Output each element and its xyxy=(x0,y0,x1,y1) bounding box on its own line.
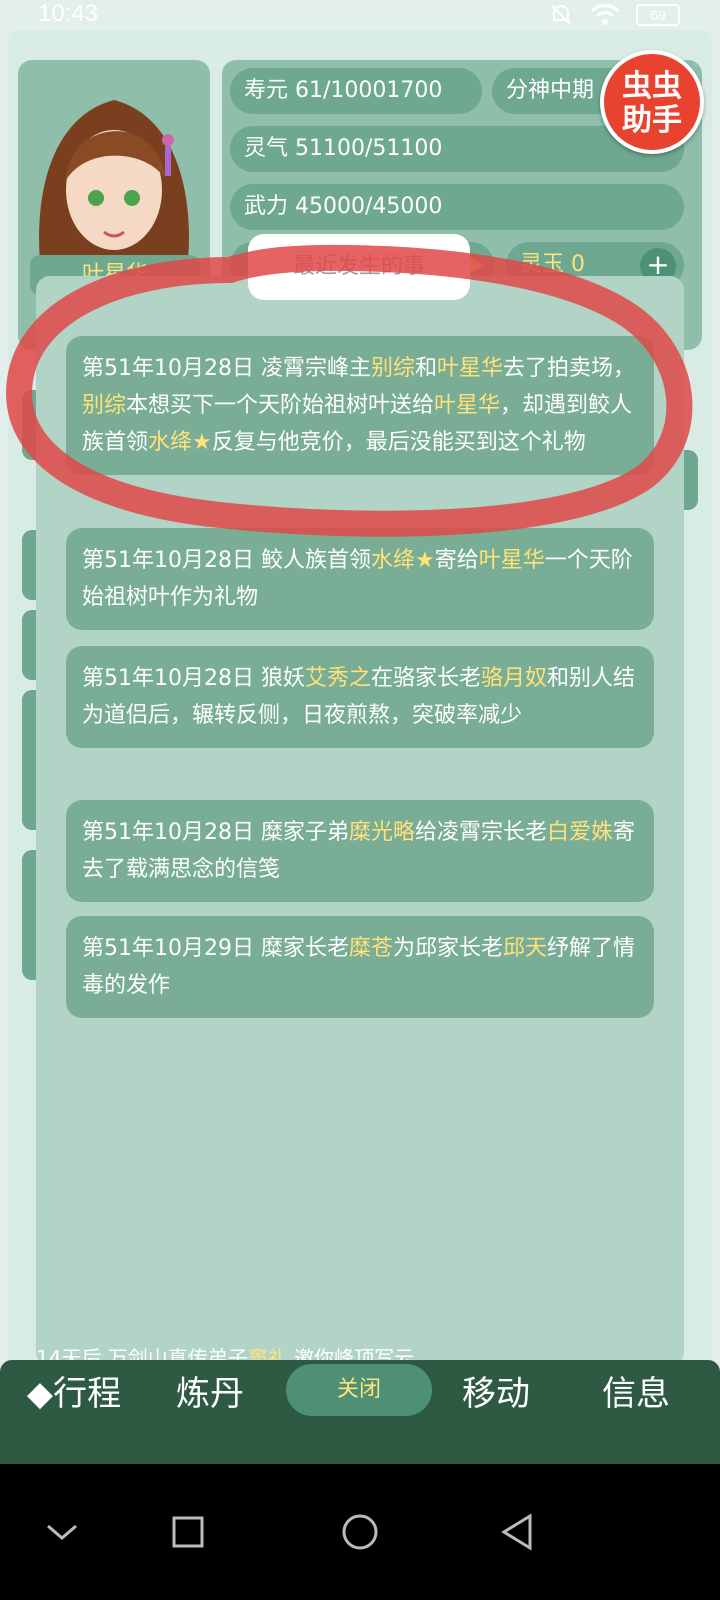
system-nav-bar xyxy=(0,1464,720,1600)
event-text: 本想买下一个天阶始祖树叶送给 xyxy=(126,393,435,418)
helper-badge[interactable]: 虫虫 助手 xyxy=(600,50,704,154)
event-text: 第51年10月29日 糜家长老 xyxy=(82,936,349,961)
event-card: 第51年10月28日 狼妖艾秀之在骆家长老骆月奴和别人结为道侣后，辗转反侧，日夜… xyxy=(66,646,654,748)
status-time: 10:43 xyxy=(38,0,99,27)
bell-muted-icon xyxy=(551,5,571,25)
event-name: 叶星华 xyxy=(434,393,501,418)
badge-line1: 虫虫 xyxy=(622,69,682,104)
back-icon[interactable] xyxy=(490,1504,546,1560)
event-text: 第51年10月28日 糜家子弟 xyxy=(82,820,349,845)
menu-move[interactable]: 移动 xyxy=(456,1366,536,1422)
event-name: 别综 xyxy=(370,356,415,381)
event-name: 叶星华 xyxy=(478,548,545,573)
event-text: 在骆家长老 xyxy=(371,666,482,691)
event-text: 第51年10月28日 凌霄宗峰主 xyxy=(82,356,371,381)
event-name: 水绛★ xyxy=(370,548,435,573)
status-icons: 69 xyxy=(548,2,680,28)
badge-line2: 助手 xyxy=(622,103,682,138)
event-text: 为邱家长老 xyxy=(393,936,504,961)
event-name: 白爱姝 xyxy=(547,820,614,845)
recents-icon[interactable] xyxy=(160,1504,216,1560)
event-name: 糜苍 xyxy=(348,936,393,961)
event-text: 去了拍卖场， xyxy=(503,356,636,381)
chevron-down-icon[interactable] xyxy=(34,1504,90,1560)
event-name: 水绛★ xyxy=(148,430,212,455)
status-bar: 10:43 69 xyxy=(0,0,720,30)
menu-info[interactable]: 信息 xyxy=(596,1366,676,1422)
lifespan-stat: 寿元 61/10001700 xyxy=(230,68,482,114)
event-text: 给凌霄宗长老 xyxy=(415,820,548,845)
event-name: 别综 xyxy=(82,393,127,418)
menu-journey[interactable]: ◆行程 xyxy=(14,1366,134,1422)
events-title: 最近发生的事 xyxy=(248,234,470,300)
menu-alchemy[interactable]: 炼丹 xyxy=(170,1366,250,1422)
event-card: 第51年10月28日 凌霄宗峰主别综和叶星华去了拍卖场，别综本想买下一个天阶始祖… xyxy=(66,336,654,475)
event-name: 邱天 xyxy=(503,936,548,961)
battery-icon: 69 xyxy=(636,4,680,26)
event-text: 第51年10月28日 鲛人族首领 xyxy=(82,548,371,573)
event-text: 第51年10月28日 狼妖 xyxy=(82,666,305,691)
event-card: 第51年10月28日 糜家子弟糜光略给凌霄宗长老白爱姝寄去了载满思念的信笺 xyxy=(66,800,654,902)
event-text: 反复与他竞价，最后没能买到这个礼物 xyxy=(211,430,586,455)
event-name: 艾秀之 xyxy=(304,666,371,691)
event-text: 寄给 xyxy=(434,548,479,573)
home-icon[interactable] xyxy=(332,1504,388,1560)
event-text: 和 xyxy=(415,356,438,381)
event-name: 糜光略 xyxy=(348,820,415,845)
jade-label: 灵玉 0 xyxy=(520,252,585,277)
event-name: 骆月奴 xyxy=(481,666,548,691)
wifi-icon xyxy=(590,4,620,25)
force-stat: 武力 45000/45000 xyxy=(230,184,684,230)
event-card: 第51年10月28日 鲛人族首领水绛★寄给叶星华一个天阶始祖树叶作为礼物 xyxy=(66,528,654,630)
event-name: 叶星华 xyxy=(437,356,504,381)
bottom-menu: ◆行程 炼丹 关闭 移动 信息 xyxy=(0,1360,720,1464)
event-card: 第51年10月29日 糜家长老糜苍为邱家长老邱天纾解了情毒的发作 xyxy=(66,916,654,1018)
close-button[interactable]: 关闭 xyxy=(286,1364,432,1416)
